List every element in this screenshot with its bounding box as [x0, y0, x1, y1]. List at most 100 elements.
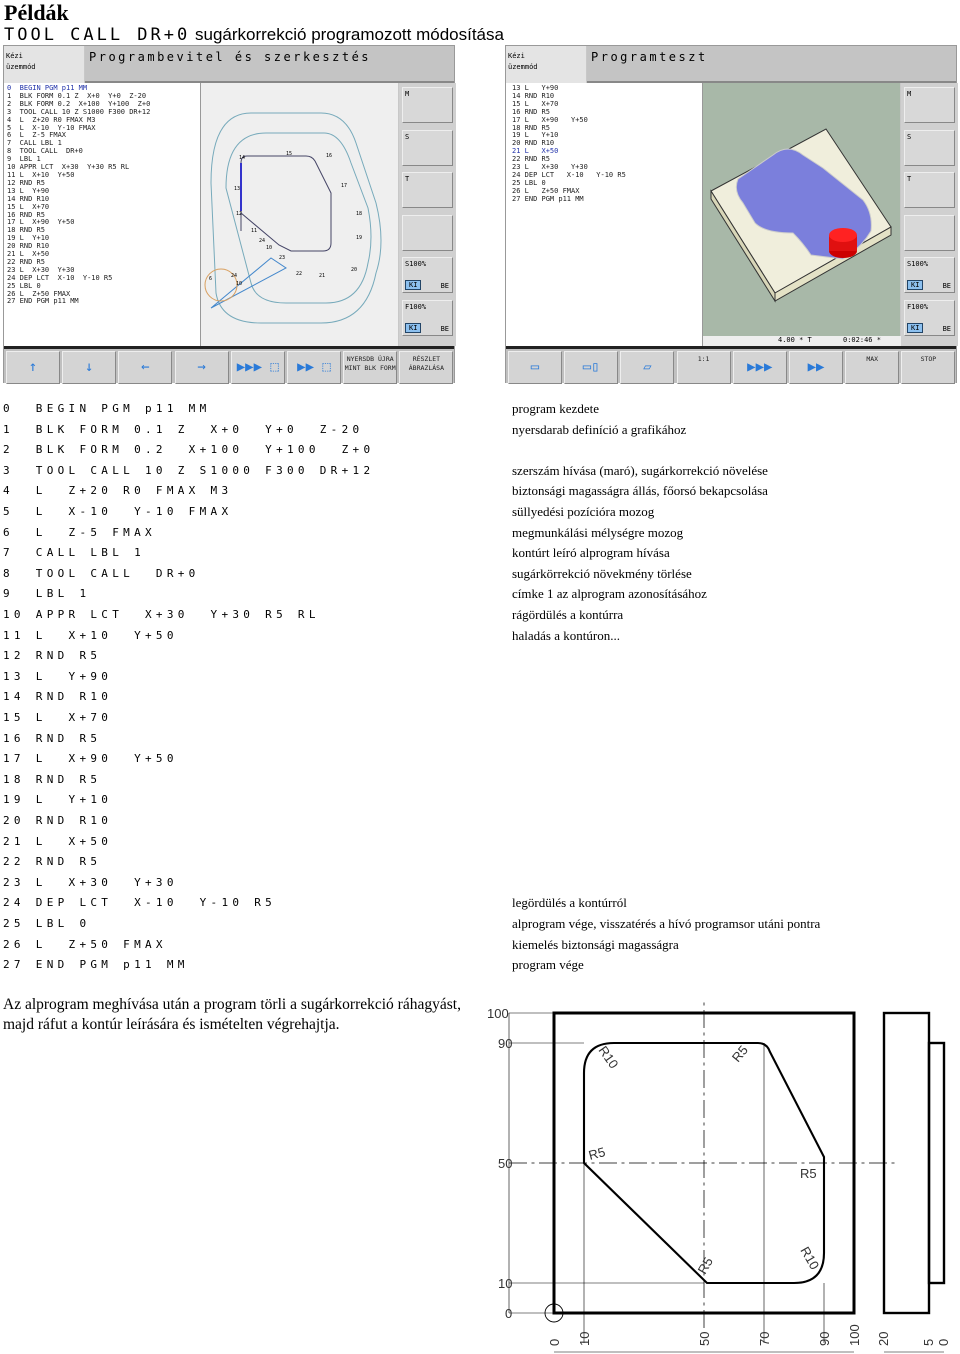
view-plan-button[interactable]: ▭ [508, 351, 562, 384]
fast-run-button[interactable]: ▶▶ [789, 351, 843, 384]
test-screen: Kézi üzemmód Programteszt 13 L Y+90 14 RND… [505, 45, 958, 384]
ki-button[interactable]: KI [405, 322, 422, 333]
arrow-right-button[interactable]: → [174, 351, 229, 384]
single-block-button[interactable]: 1:1 [676, 351, 731, 384]
contour-point-label: 16 [326, 153, 333, 159]
program-line: 22 RND R5 [3, 855, 102, 869]
empty-key[interactable] [402, 214, 453, 251]
line-comment: szerszám hívása (maró), sugárkorrekció n… [512, 462, 768, 478]
arrow-down-button[interactable]: ↓ [62, 351, 117, 384]
zoom-out-button[interactable]: ▶▶ ⬚ [287, 351, 341, 384]
line-comment: süllyedési pozícióra mozog [512, 504, 655, 519]
program-line: 0 BEGIN PGM p11 MM [3, 402, 211, 415]
softkey-icon: ↑ [28, 359, 38, 375]
contour-point-label: 24 [231, 273, 238, 279]
t-key[interactable]: T [402, 172, 453, 208]
x-dimension-label: 90 [817, 1332, 832, 1346]
radius-label: R10 [596, 1043, 622, 1071]
softkey-icon: ↓ [84, 359, 94, 375]
x-dimension-label: 10 [577, 1332, 592, 1346]
zoom-in-button[interactable]: ▶▶▶ ⬚ [230, 351, 285, 384]
program-line: 3 TOOL CALL 10 Z S1000 F300 DR+12 [3, 463, 375, 477]
empty-key[interactable] [904, 214, 955, 251]
ki-button[interactable]: KI [907, 280, 924, 290]
program-line: 25 LBL 0 [3, 917, 91, 930]
bottom-softkeys: ↑ ↓ ← → ▶▶▶ ⬚ ▶▶ ⬚ NYERSDB ÚJRA MINT BLK FORM R… [4, 346, 454, 384]
radius-label: R5 [587, 1144, 607, 1163]
arrow-left-button[interactable]: ← [118, 351, 173, 384]
program-line: 14 RND R10 [3, 690, 113, 704]
program-line: 10 APPR LCT X+30 Y+30 R5 RL [3, 608, 320, 621]
bottom-softkeys: ▭ ▭▯ ▱ 1:1 ▶▶▶ ▶▶ MAX STOP [506, 346, 956, 384]
contour-point-label: 23 [279, 255, 286, 261]
y-dimension-label: 90 [498, 1036, 512, 1051]
radius-label: R5 [695, 1255, 716, 1277]
contour-point-label: 13 [234, 186, 241, 192]
contour-point-label: 21 [319, 273, 326, 279]
side-dimension-label: 0 [936, 1339, 951, 1346]
detail-view-button[interactable]: RÉSZLET ÁBRAZLÁSA [399, 351, 454, 384]
3d-simulation: 4.00 * T 0:02:46 * [702, 83, 901, 346]
contour-point-label: 14 [239, 155, 246, 161]
line-comment: alprogram vége, visszatérés a hívó progr… [512, 916, 821, 931]
line-comment: rágördülés a kontúrra [512, 607, 624, 622]
explanation-paragraph: Az alprogram meghívása után a program tö… [3, 996, 461, 1033]
ki-button[interactable]: KI [907, 322, 924, 333]
y-dimension-label: 10 [498, 1276, 512, 1291]
line-comment: program vége [512, 957, 584, 973]
reset-blank-button[interactable]: NYERSDB ÚJRA MINT BLK FORM [343, 351, 398, 384]
ki-button[interactable]: KI [405, 280, 422, 290]
line-comment: haladás a kontúron... [512, 627, 620, 643]
program-line: 6 L Z-5 FMAX [3, 525, 156, 539]
spindle-override-key[interactable]: S100% KI BE [904, 257, 955, 293]
be-button[interactable]: BE [943, 282, 951, 290]
program-line: 7 CALL LBL 1 [3, 546, 145, 560]
line-comment: nyersdarab definíció a grafikához [512, 421, 687, 437]
be-button[interactable]: BE [441, 325, 449, 333]
contour-point-label: 6 [209, 276, 213, 282]
feed-override-key[interactable]: F100% KI BE [904, 299, 955, 336]
subtitle: TOOL CALL DR+0 sugárkorrekció programozo… [4, 25, 504, 45]
m-key[interactable]: M [904, 87, 955, 123]
arrow-up-button[interactable]: ↑ [6, 351, 60, 384]
be-button[interactable]: BE [943, 325, 951, 333]
view-3d-button[interactable]: ▱ [620, 351, 675, 384]
s-key[interactable]: S [402, 129, 453, 166]
s-key[interactable]: S [904, 129, 955, 166]
time-readout: 0:02:46 * [843, 336, 881, 344]
listing-line[interactable]: 27 END PGM p11 MM [512, 195, 699, 204]
program-listing[interactable]: 0 BEGIN PGM p11 MM 1 BLK FORM 0.1 Z X+0 Y… [4, 83, 200, 346]
program-listing[interactable]: 13 L Y+90 14 RND R10 15 L X+70 16 RND R5 17 … [506, 83, 702, 346]
softkey-icon: ▶▶▶ [747, 359, 773, 375]
programming-screen: Kézi üzemmód Programbevitel és szerkeszté… [3, 45, 456, 384]
max-speed-button[interactable]: MAX [845, 351, 900, 384]
contour-point-label: 12 [236, 211, 243, 217]
screen-title: Programbevitel és szerkesztés [85, 46, 454, 83]
program-line: 26 L Z+50 FMAX [3, 937, 167, 951]
side-softkeys: M S T S100% KI BE F100% KI BE [399, 83, 456, 346]
stop-button[interactable]: STOP [901, 351, 956, 384]
contour-point-label: 18 [356, 211, 363, 217]
spindle-override-key[interactable]: S100% KI BE [402, 257, 453, 293]
view-three-planes-button[interactable]: ▭▯ [564, 351, 619, 384]
m-key[interactable]: M [402, 87, 453, 123]
line-comment: megmunkálási mélységre mozog [512, 524, 684, 540]
be-button[interactable]: BE [441, 282, 449, 290]
t-key[interactable]: T [904, 172, 955, 208]
x-dimension-label: 50 [697, 1332, 712, 1346]
side-dimension-label: 20 [876, 1332, 891, 1346]
contour-point-label: 24 [259, 238, 266, 244]
contour-graphic: 14 15 16 13 17 12 18 11 19 24 10 23 22 21 20 6 24 10 [200, 83, 398, 346]
x-dimension-label: 0 [547, 1339, 562, 1346]
contour-point-label: 17 [341, 183, 348, 189]
feed-override-key[interactable]: F100% KI BE [402, 299, 453, 336]
line-comment: sugárkörrekció növekmény törlése [512, 565, 692, 581]
softkey-icon: ▶▶ [807, 359, 825, 375]
line-comment: biztonsági magasságra állás, főorsó beka… [512, 483, 768, 499]
program-line: 13 L Y+90 [3, 669, 113, 683]
contour-point-label: 19 [356, 235, 363, 241]
run-button[interactable]: ▶▶▶ [732, 351, 787, 384]
program-line: 15 L X+70 [3, 711, 113, 724]
y-dimension-label: 50 [498, 1156, 512, 1171]
listing-line[interactable]: 27 END PGM p11 MM [7, 298, 197, 306]
